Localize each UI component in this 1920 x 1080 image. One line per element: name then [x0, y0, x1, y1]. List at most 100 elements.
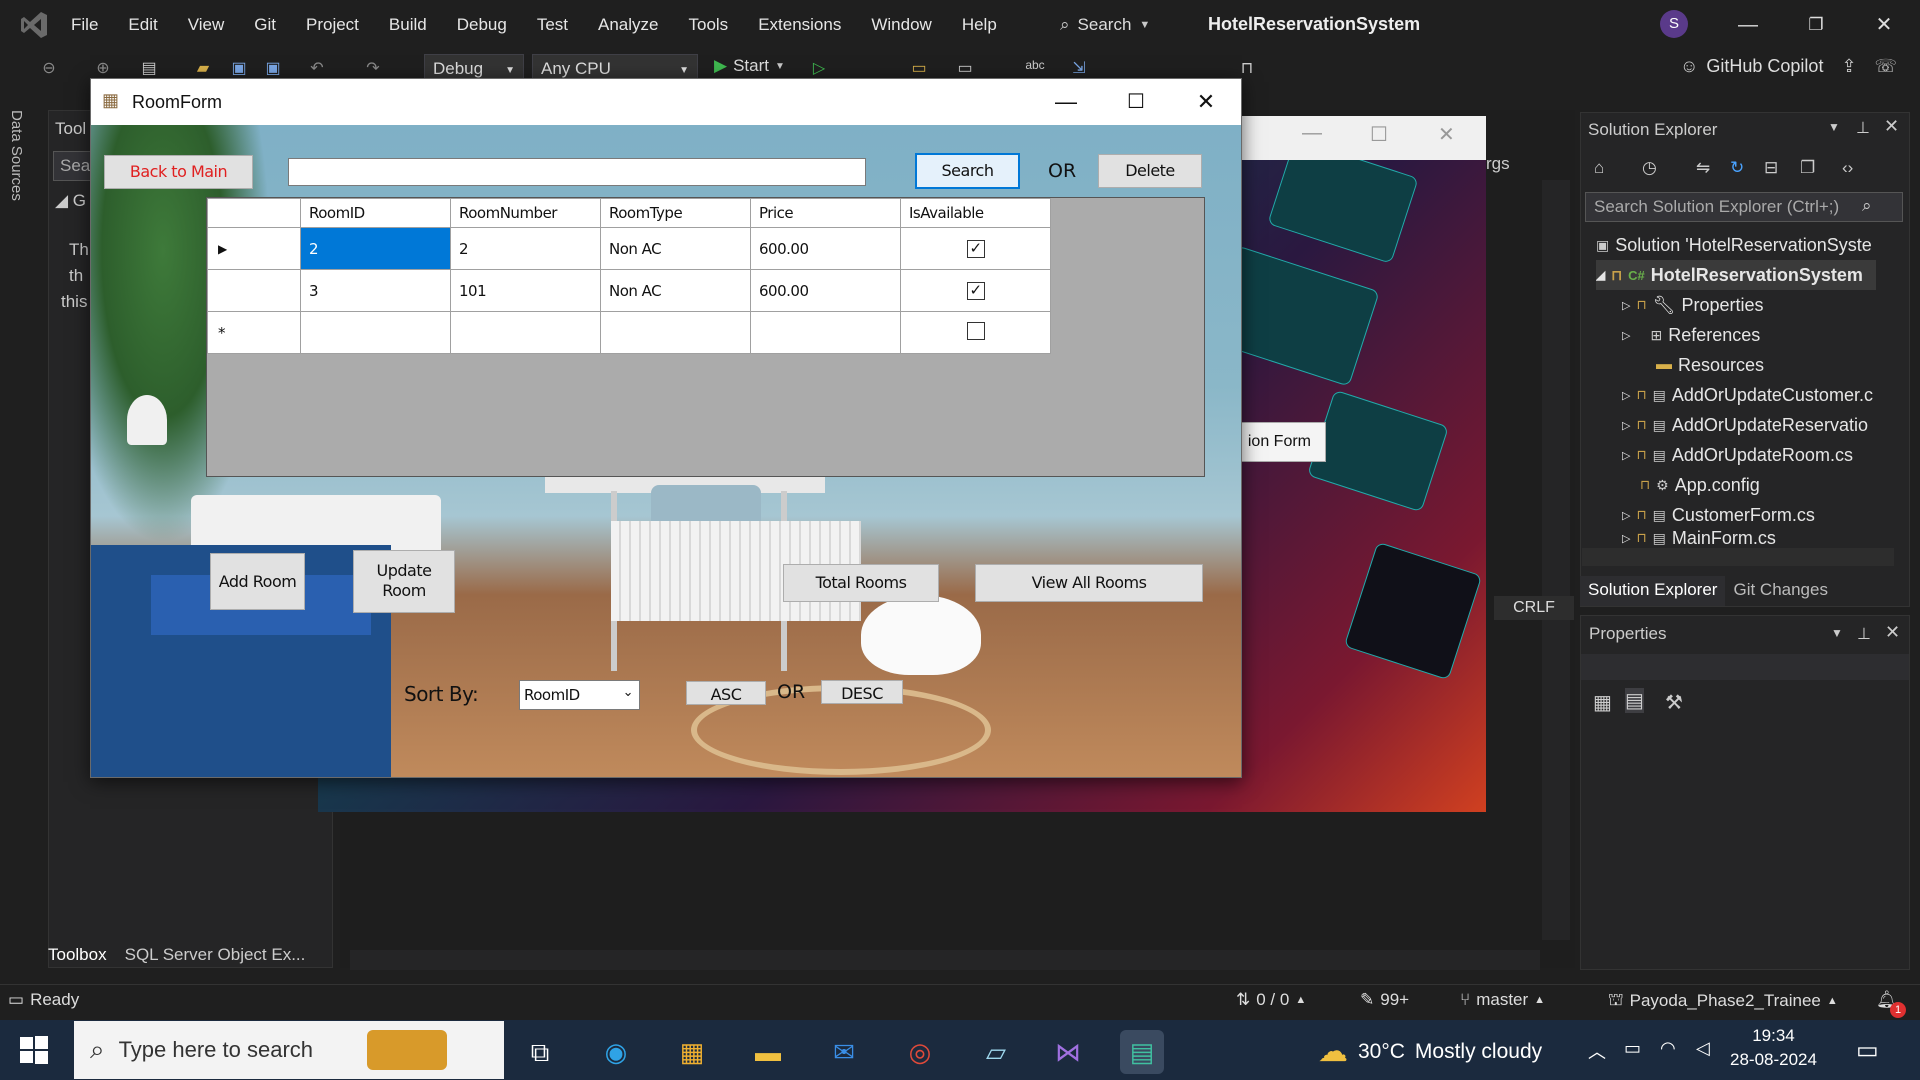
cursor-icon[interactable]: ⇲ [1068, 58, 1090, 80]
se-properties-node[interactable]: ▷ ⊓ 🔧︎ Properties [1622, 290, 1912, 320]
table-row[interactable]: ▶ 2 2 Non AC 600.00 ✓ [207, 227, 1051, 270]
se-references-node[interactable]: ▷ ⊞ References [1622, 320, 1912, 350]
chevron-down-icon[interactable]: ▼ [1828, 120, 1840, 134]
menu-analyze[interactable]: Analyze [583, 0, 673, 50]
se-file-node[interactable]: ▷ ⊓ ▤ AddOrUpdateCustomer.c [1622, 380, 1912, 410]
cell-roomnumber[interactable] [450, 311, 601, 354]
alphabetical-icon[interactable]: ▤ [1625, 688, 1644, 713]
share-icon[interactable]: ⇪ [1841, 56, 1856, 77]
menu-view[interactable]: View [173, 0, 240, 50]
edge-icon[interactable]: ◉ [594, 1030, 638, 1074]
cell-roomid[interactable] [300, 311, 451, 354]
tab-git-changes[interactable]: Git Changes [1725, 576, 1836, 606]
update-room-button[interactable]: Update Room [353, 550, 455, 613]
code-icon[interactable]: ‹› [1842, 158, 1853, 178]
isavailable-checkbox[interactable] [966, 321, 985, 340]
save-all-icon[interactable]: ▣ [262, 58, 284, 80]
menu-project[interactable]: Project [291, 0, 374, 50]
volume-icon[interactable]: ◁ [1696, 1038, 1710, 1059]
windows-start-icon[interactable] [18, 1034, 50, 1066]
close-icon[interactable]: ✕ [1884, 116, 1899, 137]
chrome-icon[interactable]: ◎ [898, 1030, 942, 1074]
minimize-icon[interactable]: — [1036, 80, 1096, 124]
roomform-app-icon[interactable]: ▤ [1120, 1030, 1164, 1074]
se-file-node[interactable]: ▷ ⊓ ▤ AddOrUpdateRoom.cs [1622, 440, 1912, 470]
cell-isavailable[interactable] [900, 311, 1051, 354]
se-project-node[interactable]: ◢ ⊓ C# HotelReservationSystem [1596, 260, 1876, 290]
back-to-main-button[interactable]: Back to Main [104, 155, 253, 189]
status-branch[interactable]: ⑂ master ▲ [1460, 990, 1545, 1010]
se-resources-node[interactable]: ▬ Resources [1656, 350, 1920, 380]
undo-icon[interactable]: ↶ [306, 58, 328, 80]
forward-icon[interactable]: ⊕ [92, 58, 114, 80]
sort-by-select[interactable]: RoomID ⌄ [519, 680, 640, 710]
args-combo[interactable]: rgs [1486, 154, 1510, 174]
menu-tools[interactable]: Tools [674, 0, 744, 50]
home-icon[interactable]: ⌂ [1594, 158, 1604, 178]
open-icon[interactable]: ▰ [192, 58, 214, 80]
delete-button[interactable]: Delete [1098, 154, 1202, 188]
menu-git[interactable]: Git [239, 0, 291, 50]
horizontal-scrollbar[interactable] [350, 950, 1540, 970]
column-header[interactable]: IsAvailable [900, 198, 1051, 228]
solution-search-input[interactable]: Search Solution Explorer (Ctrl+;) [1585, 192, 1903, 222]
row-header[interactable]: * [207, 311, 301, 354]
menu-help[interactable]: Help [947, 0, 1012, 50]
feedback-icon[interactable]: ☏ [1875, 56, 1898, 77]
chevron-up-icon[interactable]: ︿ [1588, 1038, 1606, 1064]
search-button[interactable]: Search [915, 153, 1020, 189]
chevron-down-icon[interactable]: ▼ [1831, 626, 1843, 640]
close-icon[interactable]: ✕ [1885, 622, 1900, 643]
menu-extensions[interactable]: Extensions [743, 0, 856, 50]
menu-build[interactable]: Build [374, 0, 442, 50]
wifi-icon[interactable]: ◠ [1660, 1038, 1676, 1059]
cell-roomnumber[interactable]: 101 [450, 269, 601, 312]
isavailable-checkbox[interactable]: ✓ [966, 282, 985, 300]
toolbox-group[interactable]: ◢ G [55, 191, 86, 211]
menu-debug[interactable]: Debug [442, 0, 522, 50]
cell-price[interactable] [750, 311, 901, 354]
refresh-icon[interactable]: ↻ [1730, 158, 1744, 178]
history-icon[interactable]: ◷ [1642, 158, 1657, 178]
taskbar-clock[interactable]: 19:34 28-08-2024 [1730, 1024, 1817, 1072]
cell-roomtype[interactable]: Non AC [600, 269, 751, 312]
categorized-icon[interactable]: ▦ [1593, 690, 1612, 715]
properties-object-select[interactable] [1581, 654, 1909, 680]
view-all-rooms-button[interactable]: View All Rooms [975, 564, 1203, 602]
add-room-button[interactable]: Add Room [210, 553, 305, 610]
cell-isavailable[interactable]: ✓ [900, 227, 1051, 270]
cell-roomid[interactable]: 3 [300, 269, 451, 312]
tab-sql-server-object-explorer[interactable]: SQL Server Object Ex... [125, 945, 306, 965]
copy-icon[interactable]: ❐ [1800, 158, 1815, 178]
column-header[interactable]: RoomType [600, 198, 751, 228]
line-ending-indicator[interactable]: CRLF [1494, 596, 1574, 620]
total-rooms-button[interactable]: Total Rooms [783, 564, 939, 602]
bg-maximize-icon[interactable]: ☐ [1370, 122, 1388, 147]
table-row[interactable]: 3 101 Non AC 600.00 ✓ [207, 269, 1051, 312]
cell-isavailable[interactable]: ✓ [900, 269, 1051, 312]
folder-icon[interactable]: ▭ [908, 58, 930, 80]
wrench-icon[interactable]: ⚒ [1665, 690, 1683, 715]
menu-window[interactable]: Window [856, 0, 946, 50]
status-errors[interactable]: ⇅ 0 / 0 ▲ [1236, 990, 1306, 1010]
vs-minimize-icon[interactable]: — [1730, 8, 1766, 42]
tab-solution-explorer[interactable]: Solution Explorer [1580, 576, 1726, 606]
cell-roomtype[interactable] [600, 311, 751, 354]
se-file-node[interactable]: ▷ ⊓ ▤ MainForm.cs [1622, 530, 1912, 546]
column-header[interactable]: Price [750, 198, 901, 228]
task-view-icon[interactable]: ⧉ [518, 1030, 562, 1074]
pin-icon[interactable]: ⊥ [1856, 118, 1870, 138]
battery-icon[interactable]: ▭ [1624, 1038, 1641, 1059]
visual-studio-icon[interactable]: ⋈ [1046, 1030, 1090, 1074]
maximize-icon[interactable]: ☐ [1106, 80, 1166, 124]
start-button[interactable]: ▶ Start ▼ [714, 56, 785, 76]
github-copilot-button[interactable]: ☺ GitHub Copilot ⇪ ☏ [1680, 56, 1897, 77]
taskbar-search-input[interactable]: ⌕ Type here to search [74, 1021, 504, 1079]
row-header[interactable]: ▶ [207, 227, 301, 270]
desc-button[interactable]: DESC [821, 680, 903, 704]
pin-icon[interactable]: ⊥ [1857, 624, 1871, 644]
cell-price[interactable]: 600.00 [750, 269, 901, 312]
collapse-icon[interactable]: ⊟ [1764, 158, 1778, 178]
new-project-icon[interactable]: ▤ [138, 58, 160, 80]
se-file-node[interactable]: ⊓ ⚙︎ App.config [1640, 470, 1920, 500]
